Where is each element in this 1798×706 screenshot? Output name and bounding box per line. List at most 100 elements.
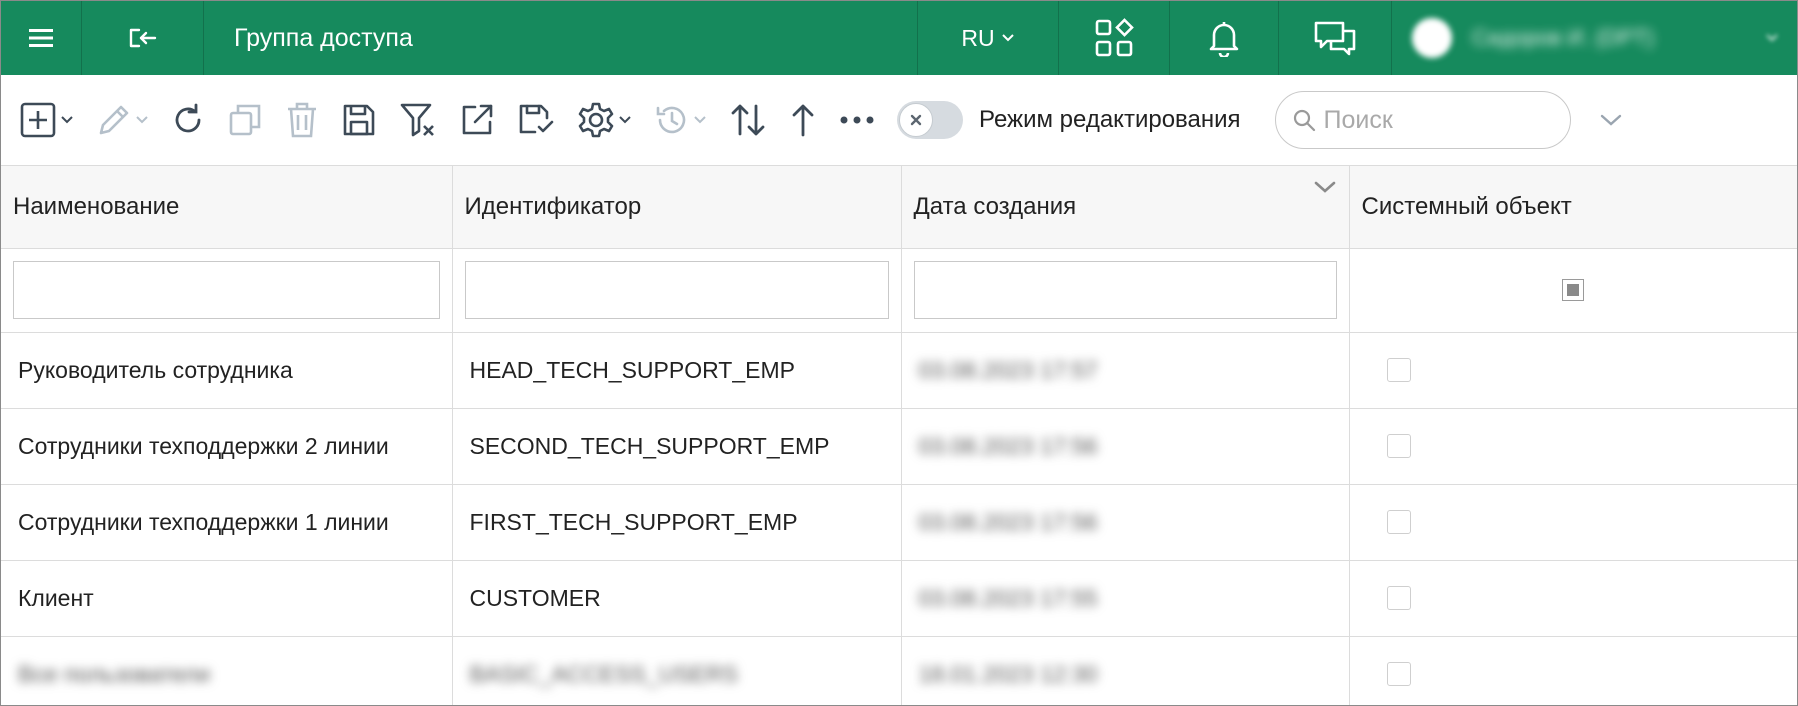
system-checkbox[interactable] <box>1386 662 1411 686</box>
chevron-down-icon <box>1314 181 1335 193</box>
page-title: Группа доступа <box>234 23 413 52</box>
cell-system <box>1349 408 1797 485</box>
cell-system <box>1349 636 1797 705</box>
table-row[interactable]: Сотрудники техподдержки 1 линии FIRST_TE… <box>1 484 1797 561</box>
sort-button[interactable] <box>729 95 767 145</box>
add-icon <box>20 102 56 138</box>
move-up-button[interactable] <box>789 95 817 145</box>
filter-checkbox-system[interactable] <box>1562 279 1584 301</box>
filter-input-identifier[interactable] <box>464 261 889 319</box>
more-icon <box>840 116 874 124</box>
table-row[interactable]: Руководитель сотрудника HEAD_TECH_SUPPOR… <box>1 332 1797 409</box>
table-row[interactable]: Клиент CUSTOMER 03.08.2023 17:55 <box>1 560 1797 637</box>
column-header-identifier[interactable]: Идентификатор <box>452 166 902 249</box>
sort-icon <box>731 104 765 136</box>
cell-date: 03.08.2023 17:56 <box>901 408 1350 485</box>
delete-icon <box>288 102 316 138</box>
more-button[interactable] <box>839 95 875 145</box>
apps-button[interactable] <box>1059 1 1170 75</box>
close-icon <box>910 114 922 126</box>
indeterminate-mark <box>1567 284 1579 296</box>
save-settings-button[interactable] <box>517 95 555 145</box>
export-icon <box>462 104 493 135</box>
edit-mode-label: Режим редактирования <box>979 106 1241 133</box>
language-label: RU <box>961 24 995 51</box>
cell-identifier: SECOND_TECH_SUPPORT_EMP <box>452 408 902 485</box>
search-input[interactable] <box>1321 104 1546 136</box>
filter-input-date[interactable] <box>913 261 1337 319</box>
menu-button[interactable] <box>1 1 82 75</box>
chevron-down-icon <box>694 116 706 124</box>
chevron-down-icon <box>619 116 631 124</box>
table-row[interactable]: Сотрудники техподдержки 2 линии SECOND_T… <box>1 408 1797 485</box>
bell-icon <box>1209 22 1239 57</box>
chevron-down-icon <box>61 116 73 124</box>
search-icon <box>1293 109 1315 132</box>
edit-button[interactable] <box>96 95 149 145</box>
save-button[interactable] <box>341 95 377 145</box>
cell-date: 03.08.2023 17:57 <box>901 332 1350 409</box>
copy-icon <box>229 104 261 136</box>
filter-cell <box>901 248 1350 333</box>
date-value: 18.01.2023 12:30 <box>918 660 1098 687</box>
add-button[interactable] <box>19 95 74 145</box>
filter-clear-icon <box>400 103 434 137</box>
export-button[interactable] <box>459 95 495 145</box>
clear-filter-button[interactable] <box>399 95 437 145</box>
refresh-button[interactable] <box>171 95 205 145</box>
cell-name: Руководитель сотрудника <box>1 332 453 409</box>
chevron-down-icon[interactable] <box>1599 113 1623 127</box>
name-value: Все пользователи <box>18 660 211 687</box>
date-value: 03.08.2023 17:57 <box>918 356 1098 383</box>
cell-identifier: CUSTOMER <box>452 560 902 637</box>
toolbar: Режим редактирования <box>1 75 1797 166</box>
identifier-value: BASIC_ACCESS_USERS <box>469 660 738 687</box>
user-name: Сидоров И. (DPT) <box>1472 25 1655 50</box>
copy-button[interactable] <box>227 95 263 145</box>
top-bar: Группа доступа RU Сидоров И. (DPT) <box>1 1 1797 75</box>
edit-icon <box>99 105 129 135</box>
settings-button[interactable] <box>577 95 632 145</box>
column-header-created-date[interactable]: Дата создания <box>901 166 1350 249</box>
user-menu[interactable]: Сидоров И. (DPT) <box>1392 1 1797 75</box>
system-checkbox[interactable] <box>1386 510 1411 534</box>
up-arrow-icon <box>792 104 814 137</box>
cell-identifier: BASIC_ACCESS_USERS <box>452 636 902 705</box>
avatar <box>1412 18 1452 58</box>
table-row[interactable]: Все пользователи BASIC_ACCESS_USERS 18.0… <box>1 636 1797 705</box>
cell-name: Все пользователи <box>1 636 453 705</box>
app-window: Группа доступа RU Сидоров И. (DPT) Режим… <box>0 0 1798 706</box>
chevron-down-icon <box>136 116 148 124</box>
refresh-icon <box>175 103 201 133</box>
notifications-button[interactable] <box>1170 1 1279 75</box>
cell-system <box>1349 560 1797 637</box>
cell-name: Клиент <box>1 560 453 637</box>
save-settings-icon <box>519 104 554 134</box>
cell-system <box>1349 332 1797 409</box>
chat-button[interactable] <box>1279 1 1392 75</box>
system-checkbox[interactable] <box>1386 358 1411 382</box>
collapse-back-icon <box>129 28 156 48</box>
cell-identifier: HEAD_TECH_SUPPORT_EMP <box>452 332 902 409</box>
system-checkbox[interactable] <box>1386 434 1411 458</box>
language-selector[interactable]: RU <box>917 1 1059 75</box>
delete-button[interactable] <box>285 95 319 145</box>
filter-cell <box>452 248 902 333</box>
history-button[interactable] <box>654 95 707 145</box>
save-icon <box>343 104 375 136</box>
cell-date: 03.08.2023 17:56 <box>901 484 1350 561</box>
cell-system <box>1349 484 1797 561</box>
hamburger-icon <box>29 29 53 47</box>
cell-date: 18.01.2023 12:30 <box>901 636 1350 705</box>
column-header-system-object[interactable]: Системный объект <box>1349 166 1797 249</box>
filter-cell <box>1 248 453 333</box>
column-header-name[interactable]: Наименование <box>1 166 453 249</box>
edit-mode-toggle[interactable] <box>897 101 963 139</box>
system-checkbox[interactable] <box>1386 586 1411 610</box>
filter-input-name[interactable] <box>13 261 440 319</box>
back-button[interactable] <box>82 1 204 75</box>
chat-icon <box>1314 21 1356 56</box>
cell-date: 03.08.2023 17:55 <box>901 560 1350 637</box>
apps-grid-icon <box>1095 18 1134 57</box>
data-table: Наименование Идентификатор Дата создания… <box>1 166 1797 705</box>
